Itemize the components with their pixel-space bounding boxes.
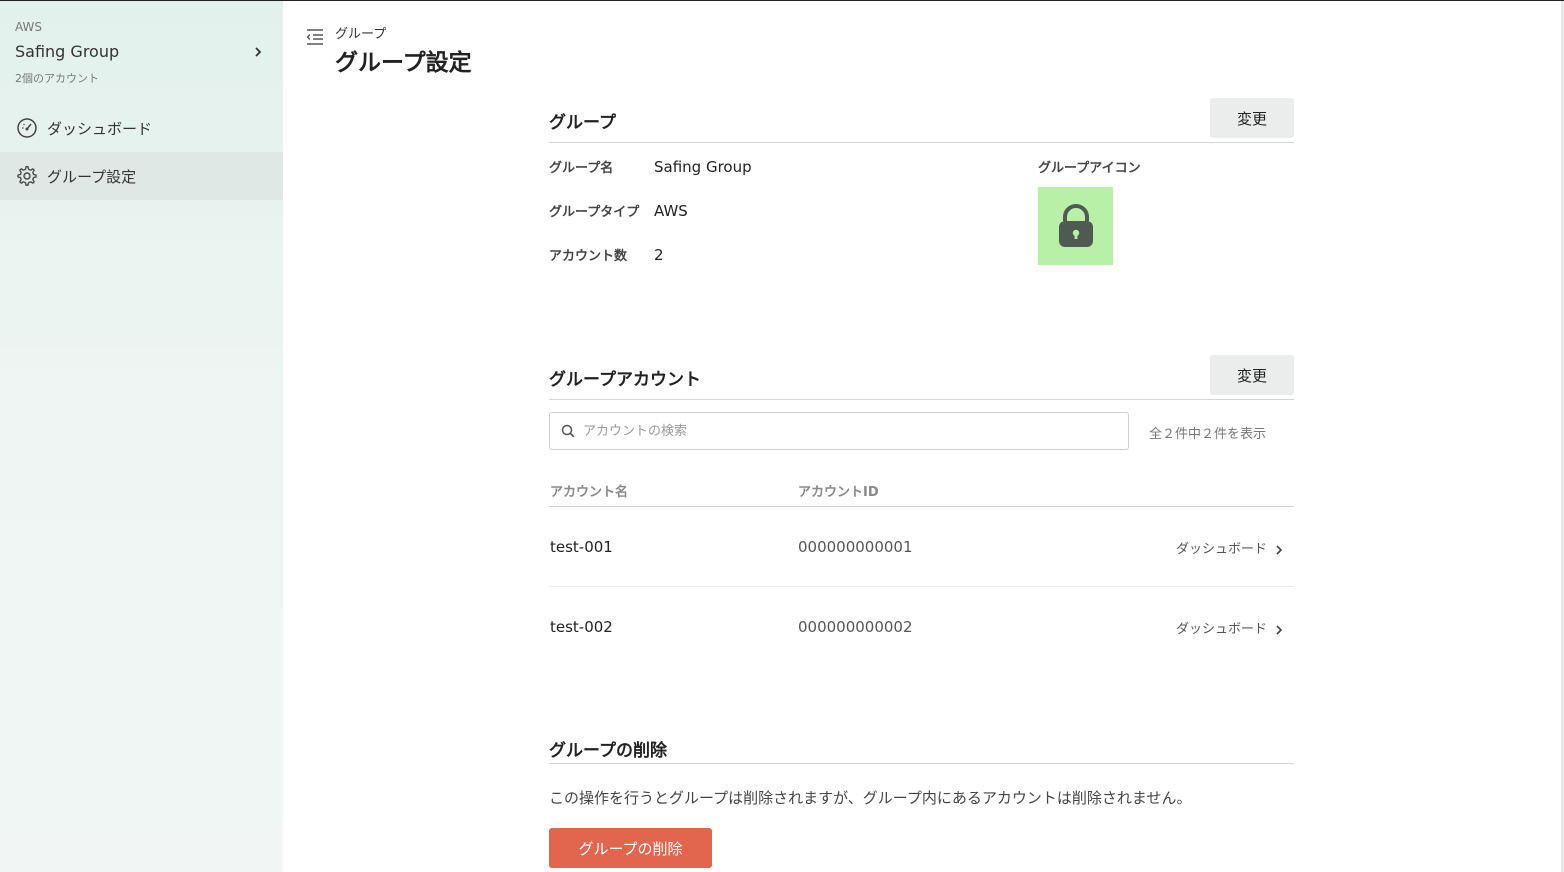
account-count-label: アカウント数 — [549, 249, 628, 264]
accounts-section-title: グループアカウント — [549, 370, 701, 390]
divider — [549, 399, 1294, 400]
column-header-account-name: アカウント名 — [550, 485, 629, 500]
account-count-value: 2 — [654, 246, 664, 264]
account-search-box — [549, 412, 1129, 450]
dashboard-link-label: ダッシュボード — [1176, 622, 1268, 637]
accounts-change-button[interactable]: 変更 — [1210, 355, 1294, 395]
account-id: 000000000002 — [798, 618, 913, 636]
account-name: test-001 — [550, 538, 613, 556]
account-name: test-002 — [550, 618, 613, 636]
group-section-title: グループ — [549, 113, 616, 133]
sidebar-item-dashboard[interactable]: ダッシュボード — [0, 104, 283, 152]
group-change-button[interactable]: 変更 — [1210, 98, 1294, 138]
group-type-value: AWS — [654, 202, 688, 220]
chevron-right-icon — [255, 47, 262, 57]
sidebar-item-group-settings[interactable]: グループ設定 — [0, 152, 283, 200]
group-type-label: AWS — [15, 20, 43, 34]
gauge-icon — [17, 118, 37, 138]
group-name-label: グループ名 — [549, 161, 614, 176]
sidebar-item-label: グループ設定 — [47, 168, 137, 186]
chevron-right-icon — [1276, 624, 1283, 635]
dashboard-link[interactable]: ダッシュボード — [1176, 538, 1283, 557]
group-icon-tile — [1038, 187, 1113, 265]
group-switcher[interactable]: AWS Safing Group 2個のアカウント — [0, 1, 283, 101]
group-name-value: Safing Group — [654, 158, 752, 176]
dashboard-link-label: ダッシュボード — [1176, 542, 1268, 557]
collapse-menu-icon[interactable] — [305, 27, 325, 47]
group-account-count: 2個のアカウント — [15, 72, 99, 85]
main-content: グループ グループ設定 グループ 変更 グループ名 Safing Group グ… — [283, 1, 1564, 872]
sidebar: AWS Safing Group 2個のアカウント ダッシュボード グループ設定 — [0, 1, 283, 872]
sidebar-item-label: ダッシュボード — [47, 120, 153, 138]
group-icon-label: グループアイコン — [1038, 161, 1141, 176]
search-icon — [561, 424, 575, 438]
page-title: グループ設定 — [335, 50, 472, 76]
gear-icon — [17, 166, 37, 186]
lock-icon — [1059, 204, 1093, 247]
delete-description: この操作を行うとグループは削除されますが、グループ内にあるアカウントは削除されま… — [549, 789, 1192, 807]
delete-section-title: グループの削除 — [549, 741, 667, 761]
chevron-right-icon — [1276, 544, 1283, 555]
delete-group-button[interactable]: グループの削除 — [549, 828, 712, 868]
group-type-label: グループタイプ — [549, 205, 640, 220]
account-search-input[interactable] — [583, 419, 1113, 443]
row-divider — [549, 586, 1294, 587]
column-header-account-id: アカウントID — [798, 485, 879, 500]
dashboard-link[interactable]: ダッシュボード — [1176, 618, 1283, 637]
account-id: 000000000001 — [798, 538, 913, 556]
group-name-label: Safing Group — [15, 42, 120, 61]
divider — [549, 506, 1294, 507]
divider — [549, 142, 1294, 143]
result-count: 全２件中２件を表示 — [1149, 427, 1267, 442]
breadcrumb: グループ — [335, 27, 387, 42]
divider — [549, 763, 1294, 764]
